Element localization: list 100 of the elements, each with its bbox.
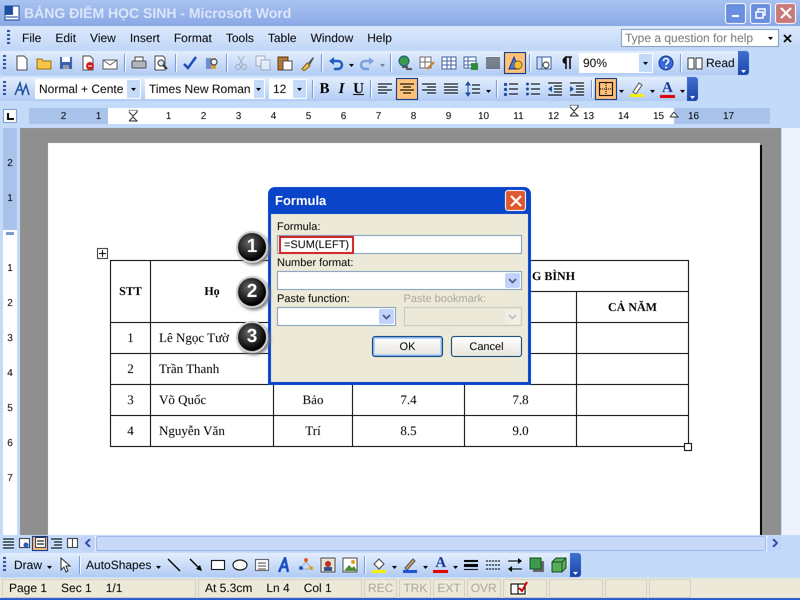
line-spacing-icon[interactable]: [465, 81, 481, 97]
toolbar-grip[interactable]: [3, 55, 6, 71]
caret-icon[interactable]: [453, 566, 458, 568]
table-move-handle-icon[interactable]: [97, 248, 108, 259]
caret-icon[interactable]: [768, 36, 772, 40]
caret-icon[interactable]: [573, 572, 578, 574]
table-resize-handle[interactable]: [684, 443, 692, 451]
menu-item[interactable]: Insert: [122, 29, 167, 47]
caret-icon[interactable]: [690, 96, 695, 99]
book-magnifier-icon[interactable]: [204, 55, 220, 71]
decrease-indent-icon[interactable]: [547, 81, 563, 97]
diagram-icon[interactable]: [298, 556, 314, 572]
document-stop-icon[interactable]: [80, 55, 96, 71]
help-search-field[interactable]: Type a question for help: [621, 29, 779, 47]
paste-function-dropdown[interactable]: [277, 307, 396, 326]
clipboard-icon[interactable]: [277, 55, 293, 71]
undo-arrow-icon[interactable]: [328, 55, 344, 71]
restore-icon[interactable]: [755, 8, 766, 18]
book-check-icon[interactable]: [510, 580, 528, 596]
caret-icon[interactable]: [423, 566, 428, 568]
left-tab-icon[interactable]: [6, 112, 14, 120]
menu-item[interactable]: View: [83, 29, 123, 47]
caret-icon[interactable]: [131, 88, 136, 90]
word-document-icon[interactable]: [4, 5, 20, 21]
globe-link-icon[interactable]: [397, 55, 413, 71]
vertical-scrollbar[interactable]: [781, 128, 800, 535]
text-box-icon[interactable]: [254, 556, 270, 572]
indent-marker-icon[interactable]: [570, 105, 579, 117]
bulleted-list-icon[interactable]: [525, 81, 541, 97]
oval-icon[interactable]: [232, 556, 248, 572]
style-dropdown[interactable]: Normal + Cente: [35, 79, 141, 99]
caret-icon[interactable]: [650, 90, 655, 93]
caret-icon[interactable]: [47, 566, 52, 568]
toolbar-options-icon[interactable]: [570, 552, 582, 576]
menu-item[interactable]: Edit: [48, 29, 84, 47]
toolbar-options-icon[interactable]: [738, 51, 749, 75]
highlighter-icon[interactable]: [629, 81, 645, 97]
menu-item[interactable]: Window: [304, 29, 360, 47]
close-icon[interactable]: [783, 34, 792, 42]
menu-button[interactable]: Draw: [11, 556, 46, 574]
zoom-dropdown[interactable]: 90%: [579, 53, 653, 73]
pen-icon[interactable]: [402, 556, 418, 572]
caret-icon[interactable]: [680, 90, 685, 93]
table-grid-icon[interactable]: [441, 55, 457, 71]
horizontal-scrollbar[interactable]: [80, 536, 782, 550]
toolbar-grip[interactable]: [3, 556, 6, 572]
caret-icon[interactable]: [486, 90, 491, 93]
shadow-box-icon[interactable]: [529, 556, 546, 572]
menu-item[interactable]: Format: [166, 29, 219, 47]
italic-button[interactable]: I: [333, 78, 350, 100]
toolbar-grip[interactable]: [3, 81, 6, 97]
paintbrush-icon[interactable]: [299, 55, 315, 71]
document-icon[interactable]: [14, 55, 30, 71]
paint-bucket-icon[interactable]: [371, 556, 388, 572]
formula-field[interactable]: =SUM(LEFT): [277, 235, 522, 254]
dialog-button[interactable]: OK: [372, 336, 443, 357]
bold-button[interactable]: B: [316, 78, 333, 100]
read-button[interactable]: Read: [684, 52, 738, 74]
cube-icon[interactable]: [551, 556, 568, 572]
checkmark-icon[interactable]: [182, 55, 198, 71]
tab-selector[interactable]: [3, 109, 17, 123]
menu-item[interactable]: Tools: [218, 29, 261, 47]
caret-icon[interactable]: [349, 64, 354, 67]
arrow-icon[interactable]: [188, 556, 204, 572]
increase-indent-icon[interactable]: [569, 81, 585, 97]
toolbar-grip[interactable]: [7, 30, 10, 46]
caret-icon[interactable]: [392, 566, 398, 568]
help-icon[interactable]: [658, 55, 674, 71]
spreadsheet-icon[interactable]: [463, 55, 479, 71]
font-size-dropdown[interactable]: 12: [269, 79, 307, 99]
minimize-button[interactable]: [725, 2, 746, 24]
font-dropdown[interactable]: Times New Roman: [145, 79, 265, 99]
menu-item[interactable]: Help: [360, 29, 399, 47]
toolbar-options-icon[interactable]: [686, 77, 698, 101]
caret-icon[interactable]: [643, 62, 648, 64]
close-button[interactable]: [505, 190, 526, 211]
picture-icon[interactable]: [342, 556, 358, 572]
columns-icon[interactable]: [485, 55, 501, 71]
number-format-dropdown[interactable]: [277, 271, 522, 290]
caret-icon[interactable]: [297, 88, 302, 90]
restore-button[interactable]: [750, 2, 771, 24]
underline-button[interactable]: U: [350, 78, 367, 100]
clip-art-icon[interactable]: [320, 556, 336, 572]
dialog-button[interactable]: Cancel: [451, 336, 522, 357]
line-icon[interactable]: [166, 556, 182, 572]
menu-item[interactable]: File: [15, 29, 48, 47]
menu-button[interactable]: AutoShapes: [83, 556, 154, 574]
menu-item[interactable]: Table: [260, 29, 304, 47]
caret-icon[interactable]: [156, 566, 162, 568]
caret-icon[interactable]: [740, 70, 746, 73]
arrow-style-icon[interactable]: [507, 556, 524, 572]
right-indent-icon[interactable]: [670, 112, 679, 118]
caret-icon[interactable]: [619, 90, 624, 93]
caret-icon[interactable]: [256, 88, 262, 90]
styles-icon[interactable]: [14, 81, 30, 97]
table-pencil-icon[interactable]: [419, 55, 435, 71]
magnifier-page-icon[interactable]: [153, 55, 169, 71]
close-button[interactable]: [775, 2, 796, 24]
document-map-icon[interactable]: [536, 55, 552, 71]
indent-marker-icon[interactable]: [129, 110, 138, 122]
